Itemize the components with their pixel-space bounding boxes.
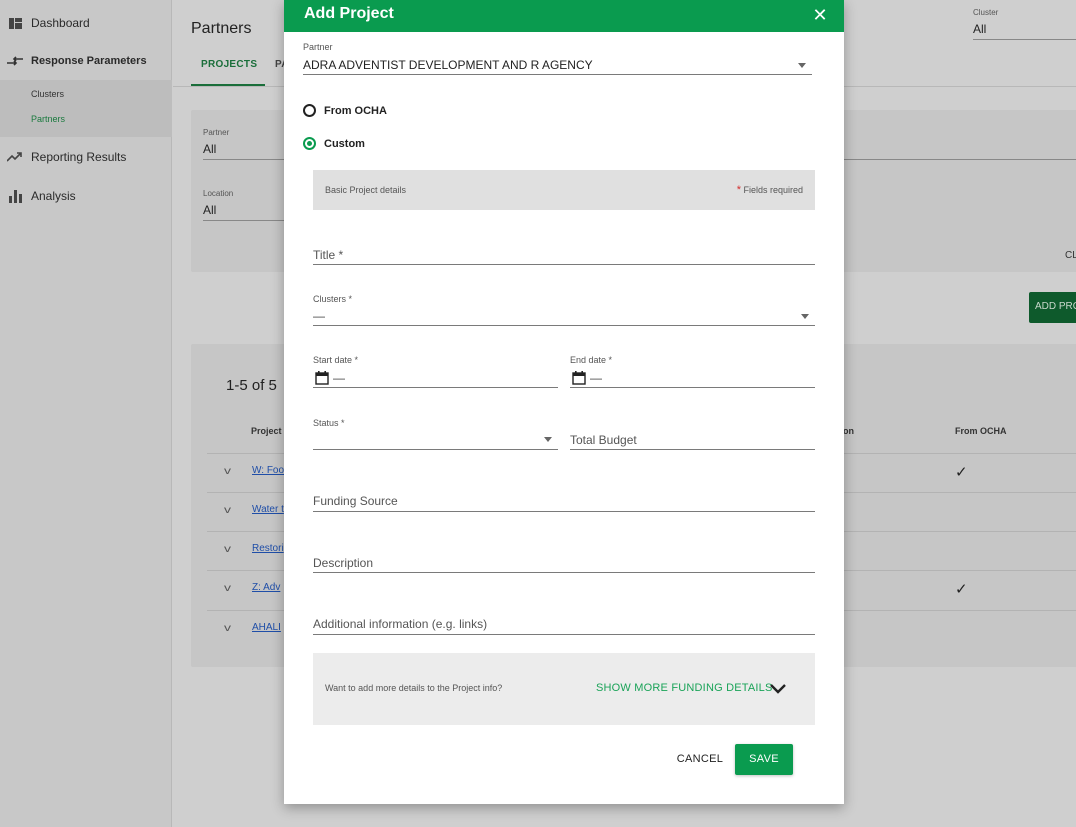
- trending-up-icon: [7, 150, 23, 164]
- sidebar-item-response-parameters[interactable]: Response Parameters: [0, 53, 172, 69]
- chevron-down-icon: [801, 314, 809, 319]
- funding-details-panel: Want to add more details to the Project …: [313, 653, 815, 725]
- sidebar-item-label: Dashboard: [31, 16, 90, 30]
- clusters-underline: [313, 325, 815, 326]
- partner-filter-select[interactable]: All: [203, 142, 216, 156]
- dialog-title: Add Project: [304, 5, 394, 22]
- cluster-filter-select[interactable]: All: [973, 22, 986, 36]
- location-filter-select[interactable]: All: [203, 203, 216, 217]
- end-date-field[interactable]: —: [590, 371, 602, 385]
- sidebar-item-label: Response Parameters: [31, 55, 147, 67]
- total-budget-field[interactable]: Total Budget: [570, 433, 637, 447]
- sidebar-item-reporting-results[interactable]: Reporting Results: [0, 149, 172, 165]
- from-ocha-radio-label[interactable]: From OCHA: [324, 105, 387, 117]
- section-title: Basic Project details: [325, 185, 407, 195]
- expand-chevron-icon[interactable]: v: [224, 544, 231, 555]
- expand-chevron-icon[interactable]: v: [224, 505, 231, 516]
- start-date-field[interactable]: —: [333, 371, 345, 385]
- chevron-down-icon[interactable]: [769, 681, 787, 695]
- table-header-project[interactable]: Project: [251, 426, 282, 436]
- sidebar-submenu-bg: [0, 80, 172, 137]
- sidebar-item-dashboard[interactable]: Dashboard: [0, 15, 172, 31]
- basic-details-header: Basic Project details * Fields required: [313, 170, 815, 210]
- sidebar-item-analysis[interactable]: Analysis: [0, 188, 172, 204]
- filter-underline: [843, 159, 1076, 160]
- save-button[interactable]: SAVE: [735, 744, 793, 775]
- status-label: Status *: [313, 418, 345, 428]
- start-date-underline: [313, 387, 558, 388]
- add-project-button[interactable]: ADD PRO: [1029, 292, 1076, 323]
- project-link[interactable]: Z: Adv: [252, 582, 280, 593]
- description-field[interactable]: Description: [313, 556, 373, 570]
- table-count: 1-5 of 5: [226, 377, 277, 394]
- status-select[interactable]: [313, 449, 558, 450]
- end-date-label: End date *: [570, 355, 613, 365]
- partner-underline: [303, 74, 812, 75]
- clusters-label: Clusters *: [313, 294, 353, 304]
- expand-chevron-icon[interactable]: v: [224, 466, 231, 477]
- partner-label: Partner: [303, 42, 333, 52]
- fields-required-text: Fields required: [740, 185, 803, 195]
- clear-filters-link[interactable]: CL: [1065, 250, 1076, 261]
- location-filter-label: Location: [203, 189, 234, 198]
- partner-filter-label: Partner: [203, 128, 230, 137]
- dialog-header: Add Project ✕: [284, 0, 844, 32]
- funding-source-field[interactable]: Funding Source: [313, 494, 398, 508]
- cluster-filter-underline: [973, 39, 1076, 40]
- fields-required-note: * Fields required: [737, 184, 803, 196]
- sidebar-item-label: Reporting Results: [31, 150, 127, 164]
- page-title: Partners: [191, 20, 252, 37]
- sidebar: Dashboard Response Parameters Clusters P…: [0, 0, 172, 827]
- custom-radio-label[interactable]: Custom: [324, 138, 365, 150]
- total-budget-underline: [570, 449, 815, 450]
- table-header-from-ocha[interactable]: From OCHA: [955, 426, 1007, 436]
- sidebar-item-label: Analysis: [31, 189, 76, 203]
- partner-select[interactable]: ADRA ADVENTIST DEVELOPMENT AND R AGENCY: [303, 58, 593, 72]
- title-field[interactable]: Title *: [313, 248, 343, 262]
- additional-info-field[interactable]: Additional information (e.g. links): [313, 617, 487, 631]
- check-icon: ✓: [955, 581, 968, 598]
- close-icon[interactable]: ✕: [811, 6, 829, 24]
- calendar-icon[interactable]: [572, 371, 586, 385]
- sidebar-subitem-partners[interactable]: Partners: [31, 114, 65, 124]
- show-more-funding-button[interactable]: SHOW MORE FUNDING DETAILS: [596, 682, 773, 694]
- sidebar-subitem-clusters[interactable]: Clusters: [31, 89, 64, 99]
- custom-radio[interactable]: [303, 137, 316, 150]
- calendar-icon[interactable]: [315, 371, 329, 385]
- tab-projects[interactable]: PROJECTS: [201, 59, 257, 70]
- additional-info-underline: [313, 634, 815, 635]
- title-underline: [313, 264, 815, 265]
- check-icon: ✓: [955, 464, 968, 481]
- funding-source-underline: [313, 511, 815, 512]
- start-date-label: Start date *: [313, 355, 359, 365]
- cancel-button[interactable]: CANCEL: [674, 744, 726, 775]
- chevron-down-icon: [544, 437, 552, 442]
- clusters-select[interactable]: —: [313, 309, 325, 323]
- from-ocha-radio[interactable]: [303, 104, 316, 117]
- project-link[interactable]: W: Foo: [252, 465, 284, 476]
- funding-details-question: Want to add more details to the Project …: [325, 683, 503, 693]
- table-header-partial: on: [843, 426, 854, 436]
- end-date-underline: [570, 387, 815, 388]
- compare-arrows-icon: [7, 54, 23, 68]
- expand-chevron-icon[interactable]: v: [224, 583, 231, 594]
- chevron-down-icon: [798, 63, 806, 68]
- expand-chevron-icon[interactable]: v: [224, 623, 231, 634]
- bar-chart-icon: [7, 189, 23, 203]
- project-link[interactable]: AHALI: [252, 622, 281, 633]
- description-underline: [313, 572, 815, 573]
- cluster-filter-label: Cluster: [973, 8, 999, 17]
- project-link[interactable]: Restori: [252, 543, 284, 554]
- add-project-dialog: Add Project ✕ Partner ADRA ADVENTIST DEV…: [284, 0, 844, 804]
- dashboard-icon: [7, 16, 23, 30]
- project-link[interactable]: Water t: [252, 504, 284, 515]
